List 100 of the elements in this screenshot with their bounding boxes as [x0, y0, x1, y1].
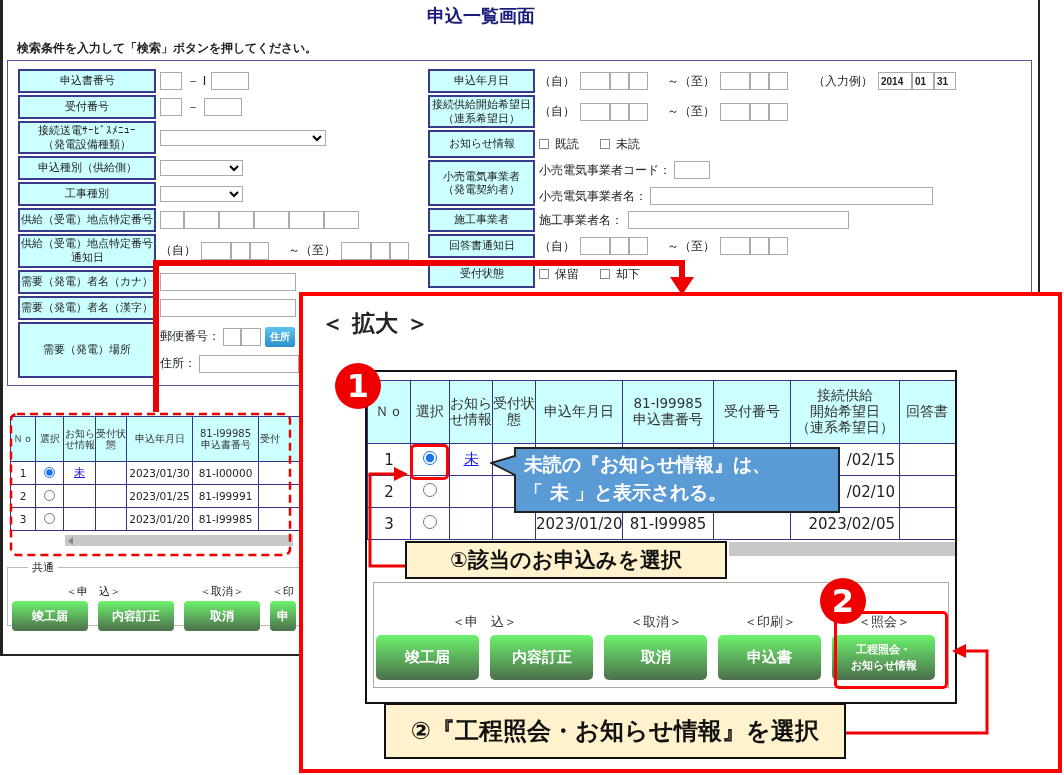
example-label: （入力例）: [813, 72, 873, 90]
table-cell: /02/10: [846, 482, 895, 501]
date-field[interactable]: [231, 241, 250, 260]
input-field[interactable]: [254, 211, 289, 230]
checkbox[interactable]: [539, 139, 549, 150]
callout: 未読の『お知らせ情報』は、 「 未 」と表示される。: [490, 447, 840, 513]
date-field[interactable]: [580, 72, 610, 90]
radio-button[interactable]: [44, 489, 55, 501]
input-field[interactable]: [211, 72, 250, 90]
action-button[interactable]: 竣工届: [12, 601, 88, 631]
field-label: 需要（発電）者名（漢字）: [18, 295, 156, 320]
date-field[interactable]: [750, 102, 769, 121]
input-field[interactable]: [204, 98, 242, 116]
date-field[interactable]: [371, 241, 390, 260]
action-button[interactable]: 申: [270, 601, 296, 631]
notice-link[interactable]: 未: [463, 450, 479, 468]
date-field[interactable]: [720, 72, 750, 90]
panel-legend: 共通: [28, 560, 58, 575]
table-cell: 1: [10, 461, 36, 485]
input-field[interactable]: [160, 98, 182, 116]
input-field[interactable]: [160, 72, 182, 90]
example-field[interactable]: 2014: [878, 72, 912, 90]
input-field[interactable]: [628, 211, 849, 230]
column-header: 接続供給 開始希望日 （連系希望日）: [790, 380, 900, 444]
field-label: お知らせ情報: [428, 130, 535, 159]
input-field[interactable]: [160, 272, 296, 291]
field-label: 工事種別: [18, 182, 156, 207]
input-field[interactable]: [223, 327, 241, 346]
input-field[interactable]: [324, 211, 359, 230]
input-field[interactable]: [289, 211, 324, 230]
input-field[interactable]: [160, 211, 184, 230]
from-label: （自）: [539, 103, 575, 121]
dropdown[interactable]: [160, 186, 243, 203]
radio-button[interactable]: [423, 450, 437, 465]
field-label: 受付番号: [18, 95, 156, 119]
date-field[interactable]: [769, 102, 788, 121]
postal-code-label: 郵便番号：: [160, 328, 220, 346]
input-field[interactable]: [219, 211, 254, 230]
column-header: お知らせ情報: [449, 380, 493, 444]
table-cell: 2023/01/20: [126, 507, 193, 531]
group-caption: ＜申 込＞: [451, 613, 518, 631]
dropdown[interactable]: [160, 129, 326, 146]
radio-button[interactable]: [423, 514, 437, 529]
column-header: 81-I99985 申込書番号: [192, 416, 259, 462]
date-field[interactable]: [629, 72, 648, 90]
example-field[interactable]: 31: [934, 72, 956, 90]
radio-button[interactable]: [423, 482, 437, 497]
input-field[interactable]: [199, 354, 299, 373]
group-caption: ＜取消＞: [199, 585, 245, 599]
action-button[interactable]: 竣工届: [376, 635, 479, 680]
date-field[interactable]: [769, 237, 788, 256]
checkbox[interactable]: [539, 269, 549, 280]
notice-link[interactable]: 未: [74, 466, 85, 478]
action-button[interactable]: 工程照会・ お知らせ情報: [832, 635, 935, 680]
field-label: 需要（発電）者名（カナ）: [18, 269, 156, 294]
input-field[interactable]: [241, 327, 261, 346]
date-field[interactable]: [610, 72, 629, 90]
action-button[interactable]: 取消: [184, 601, 260, 631]
field-label: 申込書番号: [18, 69, 156, 93]
address-search-button[interactable]: 住所: [265, 326, 295, 347]
dropdown[interactable]: [160, 160, 243, 177]
radio-button[interactable]: [44, 466, 55, 478]
group-caption: ＜印刷＞: [742, 613, 797, 631]
field-label: 供給（受電）地点特定番号: [18, 208, 156, 233]
action-button[interactable]: 申込書: [718, 635, 821, 680]
field-label: 申込種別（供給側）: [18, 156, 156, 181]
scrollbar[interactable]: [65, 535, 293, 546]
checkbox-label: 未読: [616, 135, 640, 153]
checkbox[interactable]: [600, 139, 610, 150]
column-header: 受付状態: [492, 380, 536, 444]
date-field[interactable]: [750, 72, 769, 90]
scroll-left-icon[interactable]: [68, 536, 74, 545]
group-caption: ＜印: [271, 585, 295, 599]
field-label: 接続供給開始希望日 （連系希望日）: [428, 95, 535, 129]
date-field[interactable]: [610, 102, 629, 121]
radio-button[interactable]: [44, 512, 55, 524]
example-field[interactable]: 01: [912, 72, 934, 90]
date-field[interactable]: [390, 241, 409, 260]
date-field[interactable]: [720, 237, 750, 256]
date-field[interactable]: [629, 102, 648, 121]
input-field[interactable]: [674, 161, 710, 180]
date-field[interactable]: [201, 241, 231, 260]
column-header: 81-I99985 申込書番号: [622, 380, 714, 444]
action-button[interactable]: 内容訂正: [98, 601, 174, 631]
date-field[interactable]: [341, 241, 371, 260]
date-field[interactable]: [769, 72, 788, 90]
input-field[interactable]: [184, 211, 219, 230]
action-button[interactable]: 内容訂正: [490, 635, 593, 680]
date-field[interactable]: [750, 237, 769, 256]
date-field[interactable]: [250, 241, 269, 260]
action-button[interactable]: 取消: [604, 635, 707, 680]
scrollbar[interactable]: [729, 542, 955, 556]
checkbox[interactable]: [600, 269, 610, 280]
date-field[interactable]: [580, 237, 610, 256]
input-field[interactable]: [650, 187, 933, 206]
date-field[interactable]: [610, 237, 629, 256]
date-field[interactable]: [580, 102, 610, 121]
date-field[interactable]: [629, 237, 648, 256]
date-field[interactable]: [720, 102, 750, 121]
input-field[interactable]: [160, 298, 296, 317]
